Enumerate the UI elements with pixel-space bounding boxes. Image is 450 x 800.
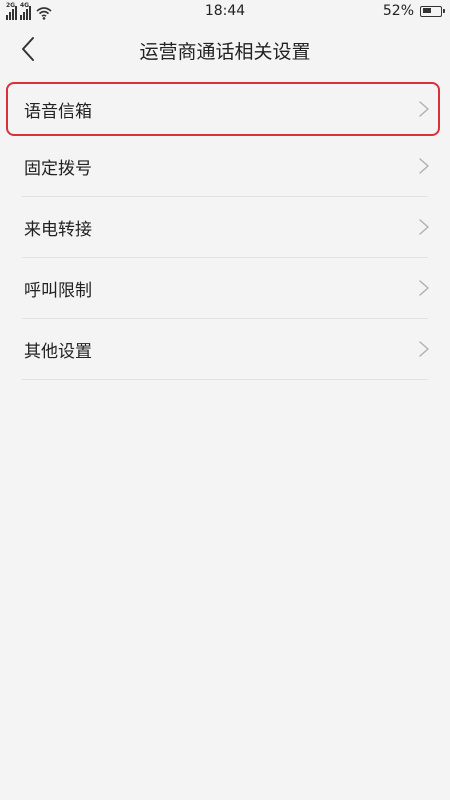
- title-bar: 运营商通话相关设置: [0, 24, 450, 74]
- status-bar: 2G 4G 18:44 52%: [0, 0, 450, 24]
- list-item-call-forwarding[interactable]: 来电转接: [22, 197, 429, 258]
- status-icons-right: 52%: [382, 3, 445, 19]
- list-item-label: 语音信箱: [24, 101, 92, 122]
- back-button[interactable]: [8, 29, 48, 69]
- battery-level-fill: [422, 8, 431, 13]
- chevron-right-icon: [419, 280, 429, 296]
- battery-icon: [420, 5, 445, 17]
- chevron-right-icon: [419, 101, 429, 117]
- settings-list: 语音信箱 固定拨号 来电转接 呼叫限制 其他设置: [0, 74, 450, 380]
- list-item-voicemail[interactable]: 语音信箱: [6, 82, 440, 136]
- list-item-label: 来电转接: [24, 219, 92, 240]
- list-item-fixed-dialing[interactable]: 固定拨号: [22, 136, 429, 197]
- list-item-other-settings[interactable]: 其他设置: [22, 319, 429, 380]
- chevron-right-icon: [419, 341, 429, 357]
- chevron-right-icon: [419, 219, 429, 235]
- list-item-call-barring[interactable]: 呼叫限制: [22, 258, 429, 319]
- battery-percent: 52%: [382, 3, 414, 19]
- list-item-label: 呼叫限制: [24, 280, 92, 301]
- page-title: 运营商通话相关设置: [139, 41, 311, 63]
- list-item-label: 其他设置: [24, 341, 92, 362]
- chevron-left-icon: [22, 37, 34, 61]
- list-item-label: 固定拨号: [24, 158, 92, 179]
- chevron-right-icon: [419, 158, 429, 174]
